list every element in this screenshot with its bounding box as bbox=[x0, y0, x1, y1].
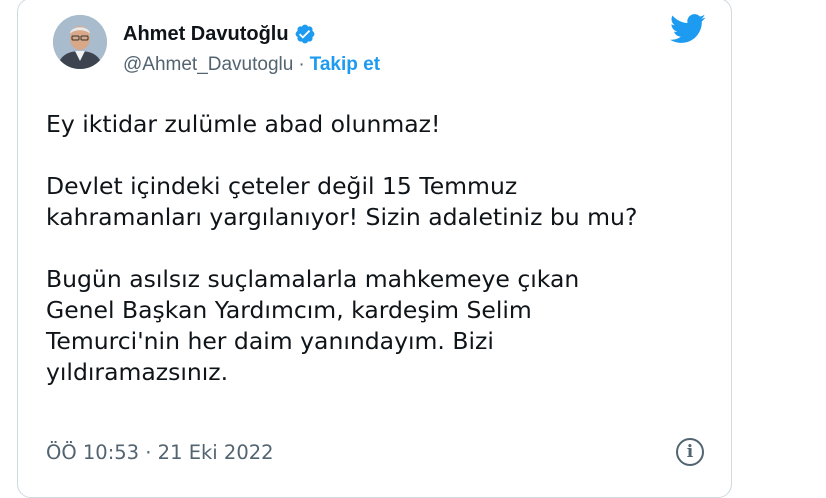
avatar[interactable] bbox=[53, 15, 107, 69]
tweet-line: Devlet içindeki çeteler değil 15 Temmuz bbox=[46, 172, 518, 200]
author-name-row[interactable]: Ahmet Davutoğlu bbox=[123, 21, 316, 47]
verified-badge-icon bbox=[294, 23, 316, 45]
separator-dot: · bbox=[298, 54, 305, 75]
tweet-line: kahramanları yargılanıyor! Sizin adaleti… bbox=[46, 203, 638, 231]
author-display-name[interactable]: Ahmet Davutoğlu bbox=[123, 23, 289, 46]
tweet-line: Temurci'nin her daim yanındayım. Bizi bbox=[46, 327, 494, 355]
twitter-bird-icon[interactable] bbox=[670, 14, 706, 44]
tweet-timestamp[interactable]: ÖÖ 10:53 · 21 Eki 2022 bbox=[46, 441, 274, 464]
tweet-paragraph-3: Bugün asılsız suçlamalarla mahkemeye çık… bbox=[46, 264, 726, 388]
author-handle-row: @Ahmet_Davutoglu · Takip et bbox=[123, 53, 380, 77]
tweet-text: Ey iktidar zulümle abad olunmaz! Devlet … bbox=[46, 109, 726, 388]
author-handle[interactable]: @Ahmet_Davutoglu bbox=[123, 54, 293, 76]
tweet-line: Bugün asılsız suçlamalarla mahkemeye çık… bbox=[46, 265, 580, 293]
tweet-line: Genel Başkan Yardımcım, kardeşim Selim bbox=[46, 296, 532, 324]
follow-button[interactable]: Takip et bbox=[310, 54, 380, 76]
tweet-line: yıldıramazsınız. bbox=[46, 358, 229, 386]
tweet-paragraph-1: Ey iktidar zulümle abad olunmaz! bbox=[46, 109, 726, 140]
tweet-line: Ey iktidar zulümle abad olunmaz! bbox=[46, 110, 441, 138]
info-circle-icon[interactable]: i bbox=[676, 438, 704, 466]
tweet-paragraph-2: Devlet içindeki çeteler değil 15 Temmuz … bbox=[46, 171, 726, 233]
tweet-card: Ahmet Davutoğlu @Ahmet_Davutoglu · Takip… bbox=[17, 0, 732, 498]
avatar-portrait bbox=[53, 15, 107, 69]
